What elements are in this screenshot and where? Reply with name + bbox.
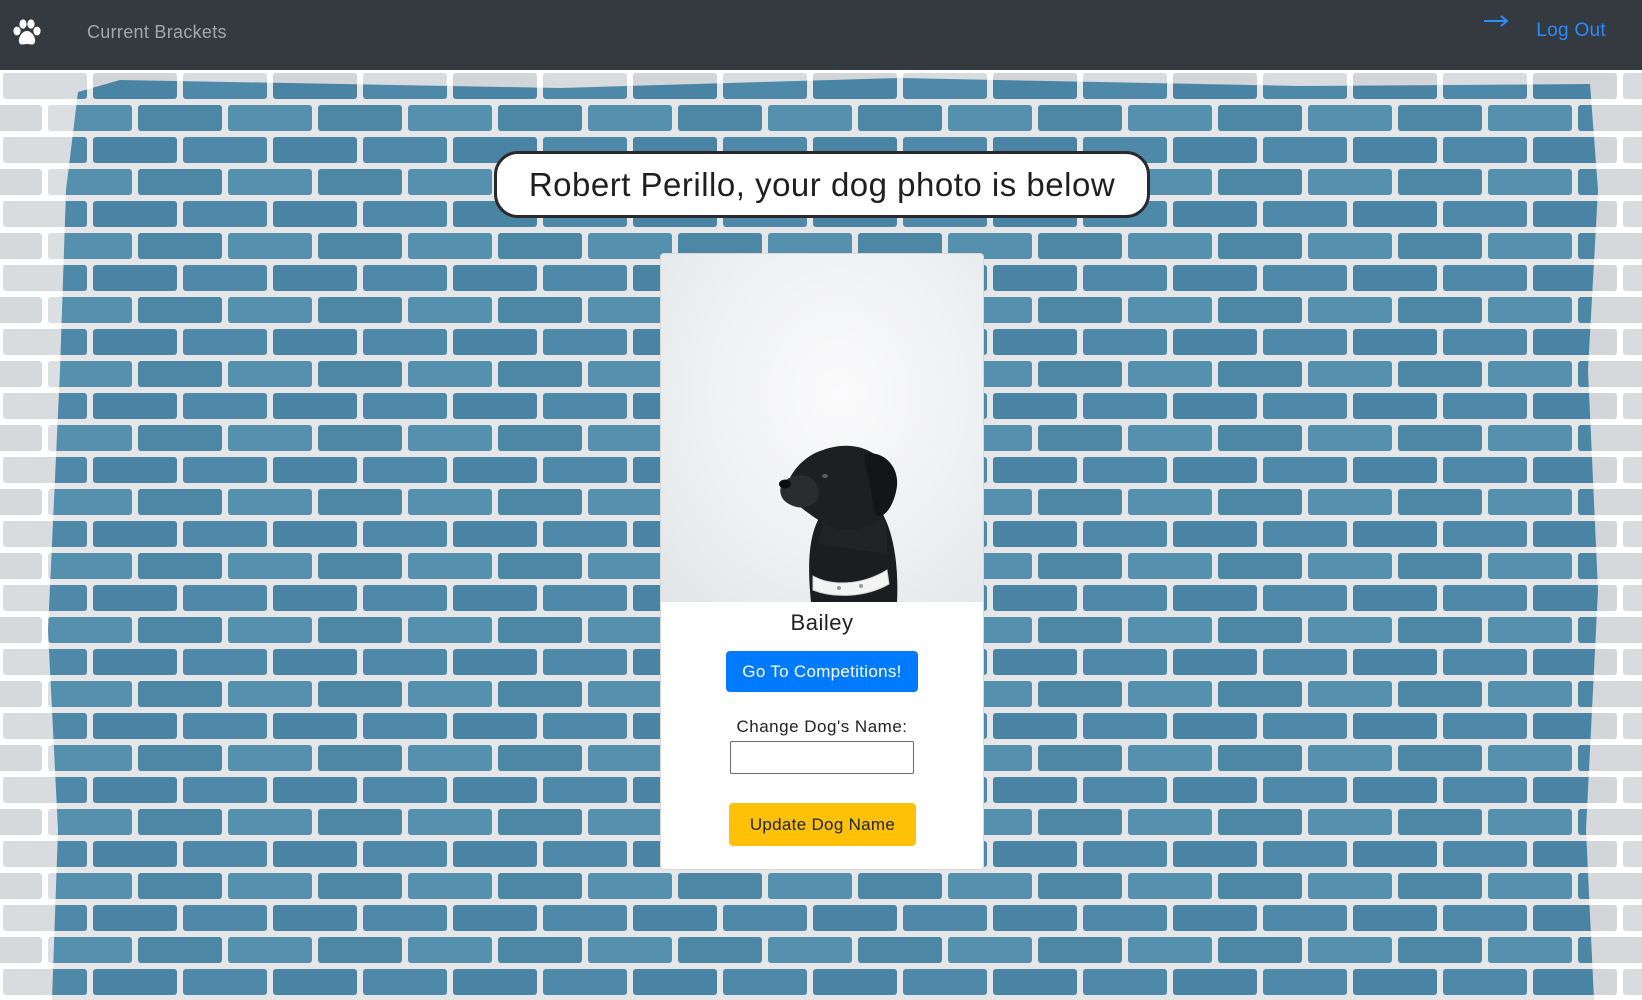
change-dog-name-label: Change Dog's Name:	[736, 717, 908, 736]
update-dog-name-button[interactable]: Update Dog Name	[729, 803, 916, 846]
dog-name: Bailey	[790, 610, 854, 635]
dog-name-input[interactable]	[730, 741, 914, 774]
dog-card: Bailey Go To Competitions! Change Dog's …	[660, 253, 984, 870]
nav-link-current-brackets[interactable]: Current Brackets	[87, 22, 227, 43]
arrow-right-icon	[1482, 11, 1512, 31]
go-to-competitions-button[interactable]: Go To Competitions!	[726, 651, 918, 692]
navbar: Current Brackets Log Out	[0, 0, 1642, 70]
logout-link[interactable]: Log Out	[1482, 8, 1606, 42]
dog-photo	[661, 254, 983, 602]
page-title: Robert Perillo, your dog photo is below	[494, 151, 1150, 218]
paw-icon[interactable]	[12, 19, 42, 47]
logout-label: Log Out	[1536, 20, 1606, 41]
